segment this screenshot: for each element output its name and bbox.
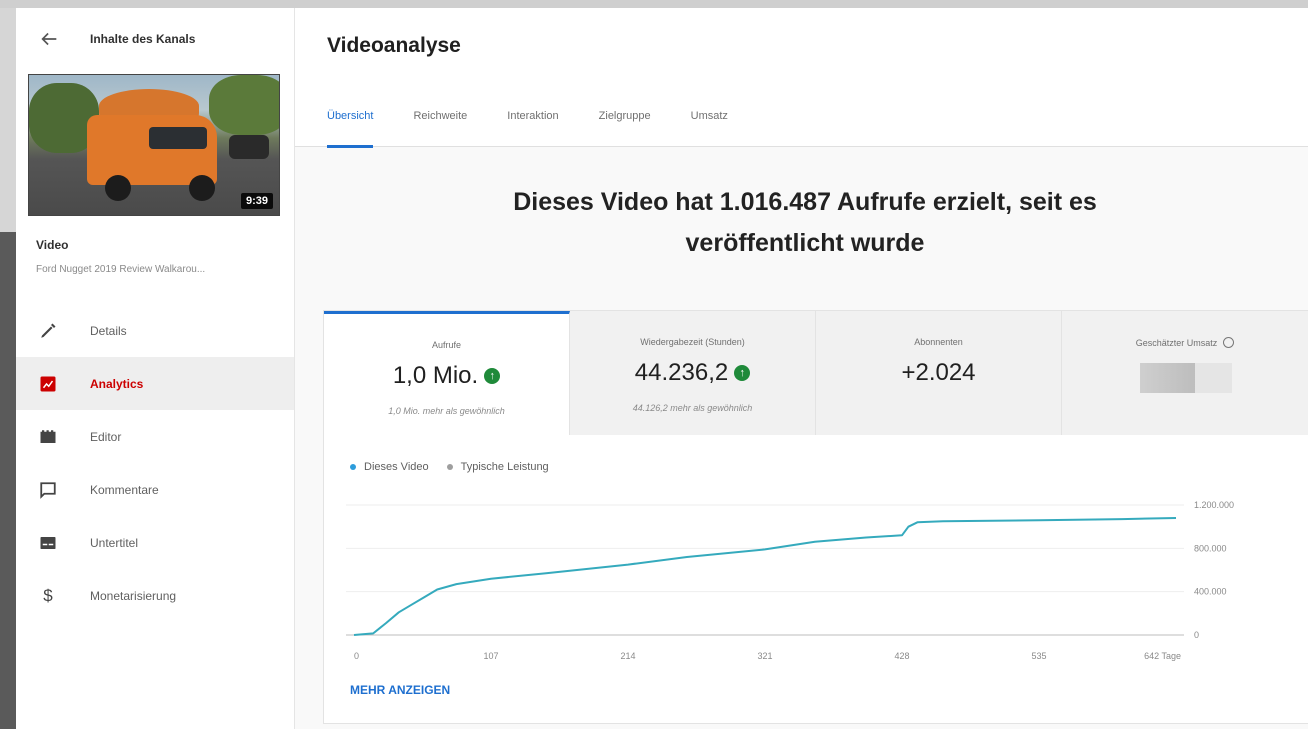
trend-up-icon: ↑ (484, 368, 501, 384)
metric-label: Geschätzter Umsatz (1062, 337, 1308, 348)
legend-item-typical: Typische Leistung (446, 461, 549, 473)
metric-value-text: 44.236,2 (634, 359, 729, 386)
page-title: Videoanalyse (327, 34, 461, 57)
tab-revenue[interactable]: Umsatz (691, 108, 728, 148)
clock-icon (1223, 337, 1235, 348)
sidebar-item-label: Analytics (90, 376, 144, 391)
sidebar-item-subtitles[interactable]: Untertitel (16, 516, 294, 569)
y-tick-label: 800.000 (1194, 543, 1227, 553)
video-duration-badge: 9:39 (240, 193, 273, 209)
metric-watch-time[interactable]: Wiedergabezeit (Stunden) 44.236,2 ↑ 44.12… (570, 311, 816, 435)
metric-label: Abonnenten (914, 337, 963, 347)
series-line-this-video (353, 517, 1177, 636)
legend-label: Typische Leistung (460, 461, 549, 473)
metric-views[interactable]: Aufrufe 1,0 Mio. ↑ 1,0 Mio. mehr als gewö… (324, 311, 570, 435)
metric-tabs: Aufrufe 1,0 Mio. ↑ 1,0 Mio. mehr als gewö… (324, 311, 1308, 435)
editor-icon (38, 427, 58, 447)
main-content: Videoanalyse Übersicht Reichweite Intera… (295, 8, 1308, 729)
metrics-card: Aufrufe 1,0 Mio. ↑ 1,0 Mio. mehr als gewö… (323, 310, 1308, 724)
pencil-icon (38, 321, 58, 341)
tab-audience[interactable]: Zielgruppe (599, 108, 651, 148)
thumbnail-car (229, 135, 269, 159)
sidebar-header: Inhalte des Kanals (16, 8, 294, 68)
tab-reach[interactable]: Reichweite (413, 108, 467, 148)
sidebar-item-comments[interactable]: Kommentare (16, 463, 294, 516)
metric-label: Wiedergabezeit (Stunden) (640, 337, 745, 347)
back-arrow-icon[interactable] (38, 28, 60, 50)
blurred-revenue-value (1140, 363, 1232, 393)
sidebar-item-label: Untertitel (90, 535, 139, 550)
legend-item-this-video: Dieses Video (350, 461, 429, 473)
background-panel (0, 232, 16, 729)
metric-value: 44.236,2 ↑ (570, 359, 815, 387)
metric-note: 1,0 Mio. mehr als gewöhnlich (388, 406, 505, 416)
metric-value: 1,0 Mio. ↑ (324, 362, 569, 390)
video-label: Video (36, 238, 69, 252)
show-more-link[interactable]: MEHR ANZEIGEN (350, 683, 450, 697)
analytics-icon (38, 374, 58, 394)
tab-overview[interactable]: Übersicht (327, 108, 374, 148)
x-tick-label: 107 (483, 651, 498, 661)
sidebar-item-analytics[interactable]: Analytics (16, 357, 294, 410)
dollar-icon: $ (43, 585, 53, 605)
y-tick-label: 1.200.000 (1194, 500, 1234, 510)
page-header: Videoanalyse Übersicht Reichweite Intera… (295, 8, 1308, 148)
chart-legend: Dieses Video Typische Leistung (350, 461, 567, 473)
legend-dot-icon (446, 464, 453, 470)
y-tick-label: 400.000 (1194, 587, 1227, 597)
views-chart: 0 400.000 800.000 1.200.000 0 107 214 321 428 535… (346, 500, 1234, 661)
thumbnail-wheel (189, 175, 215, 201)
subtitles-icon (38, 533, 58, 553)
window-top-edge (0, 0, 1308, 8)
sidebar-item-label: Editor (90, 429, 122, 444)
metric-note: 44.126,2 mehr als gewöhnlich (632, 403, 753, 413)
sidebar-item-label: Kommentare (90, 482, 159, 497)
sidebar: Inhalte des Kanals 9:39 Video Ford Nugge… (16, 8, 295, 729)
thumbnail-wheel (105, 175, 131, 201)
metric-subscribers[interactable]: Abonnenten +2.024 (816, 311, 1062, 435)
headline-line-1: Dieses Video hat 1.016.487 Aufrufe erzie… (513, 188, 1097, 216)
sidebar-item-editor[interactable]: Editor (16, 410, 294, 463)
sidebar-item-label: Monetarisierung (90, 588, 177, 603)
x-tick-label: 0 (354, 651, 359, 661)
metric-label-text: Geschätzter Umsatz (1135, 338, 1218, 348)
metric-value: +2.024 (901, 359, 976, 386)
legend-label: Dieses Video (364, 461, 429, 473)
video-title: Ford Nugget 2019 Review Walkarou... (36, 264, 206, 275)
x-tick-label: 214 (620, 651, 635, 661)
tab-bar: Übersicht Reichweite Interaktion Zielgru… (327, 108, 768, 148)
sidebar-item-label: Details (90, 323, 127, 338)
sidebar-item-monetization[interactable]: $ Monetarisierung (16, 569, 294, 622)
metric-revenue[interactable]: Geschätzter Umsatz (1062, 311, 1308, 435)
headline-line-2: veröffentlicht wurde (685, 229, 925, 257)
thumbnail-van-window (149, 127, 207, 149)
sidebar-nav: Details Analytics Editor Kommentare Unte… (16, 304, 294, 622)
x-tick-label: 321 (757, 651, 772, 661)
metric-value-text: 1,0 Mio. (392, 362, 479, 389)
headline: Dieses Video hat 1.016.487 Aufrufe erzie… (445, 182, 1165, 264)
x-tick-label: 642 Tage (1144, 651, 1181, 661)
x-tick-label: 428 (894, 651, 909, 661)
comment-icon (38, 480, 58, 500)
metric-label: Aufrufe (431, 340, 462, 350)
video-thumbnail[interactable]: 9:39 (28, 74, 280, 216)
sidebar-item-details[interactable]: Details (16, 304, 294, 357)
y-tick-label: 0 (1194, 630, 1199, 640)
trend-up-icon: ↑ (734, 365, 751, 381)
sidebar-title: Inhalte des Kanals (90, 32, 196, 46)
thumbnail-tree (209, 75, 279, 135)
tab-engagement[interactable]: Interaktion (507, 108, 558, 148)
x-tick-label: 535 (1031, 651, 1046, 661)
legend-dot-icon (350, 464, 356, 470)
